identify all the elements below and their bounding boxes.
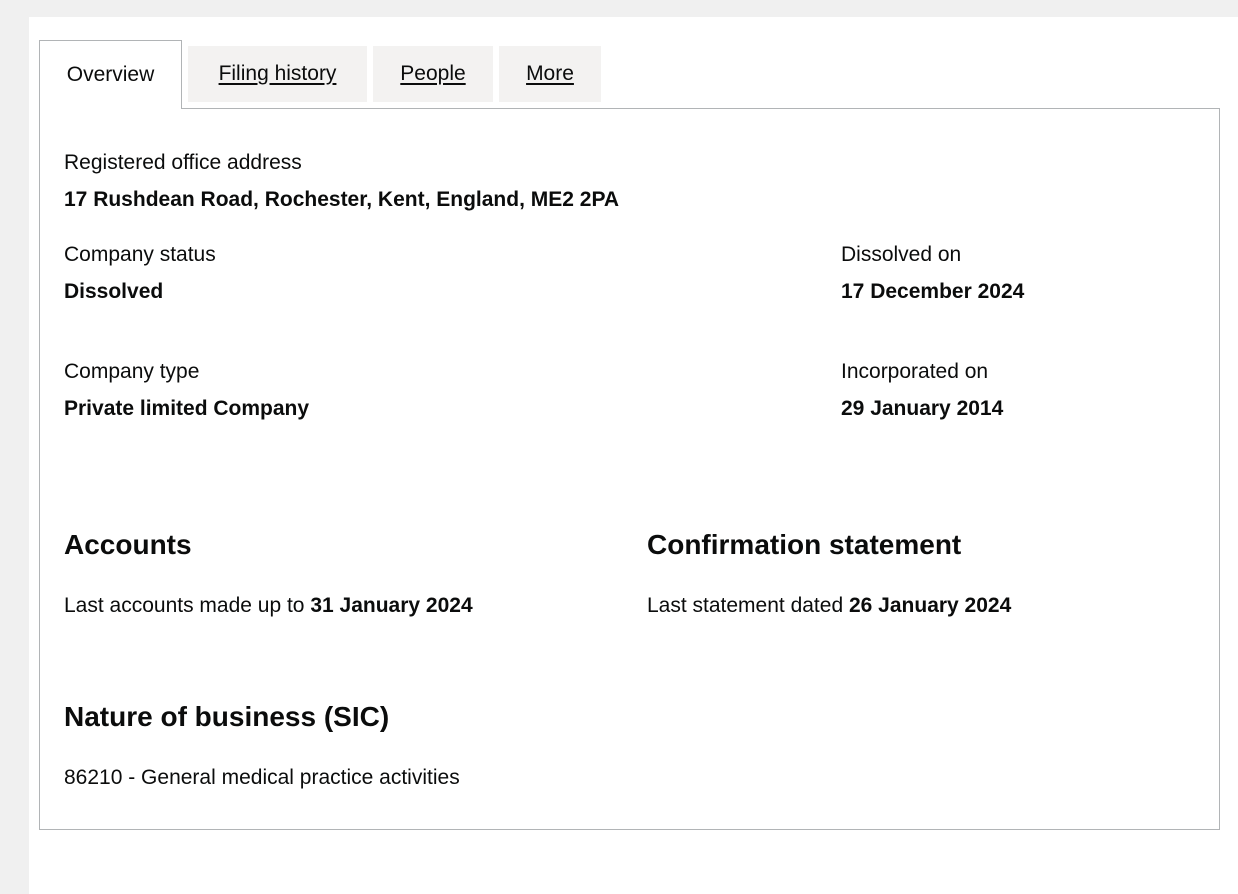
company-status-label: Company status — [64, 243, 216, 266]
registered-office-value: 17 Rushdean Road, Rochester, Kent, Engla… — [64, 188, 620, 211]
confirmation-statement-heading: Confirmation statement — [647, 529, 962, 560]
tab-more[interactable]: More — [499, 46, 601, 102]
nature-of-business-heading: Nature of business (SIC) — [64, 701, 390, 732]
confirmation-statement-line: Last statement dated 26 January 2024 — [647, 593, 1011, 618]
accounts-heading: Accounts — [64, 529, 192, 560]
overview-panel: Registered office address 17 Rushdean Ro… — [39, 108, 1220, 830]
accounts-line: Last accounts made up to 31 January 2024 — [64, 593, 473, 618]
tab-list: Overview Filing history People More — [39, 40, 607, 109]
incorporated-on-label: Incorporated on — [841, 360, 989, 383]
company-type-label: Company type — [64, 360, 200, 383]
confirmation-statement-date: 26 January 2024 — [848, 594, 1012, 617]
registered-office-label: Registered office address — [64, 151, 302, 174]
dissolved-on-label: Dissolved on — [841, 243, 962, 266]
dissolved-on-value: 17 December 2024 — [841, 280, 1025, 303]
incorporated-on-value: 29 January 2014 — [841, 397, 1004, 420]
accounts-text: Last accounts made up to — [64, 594, 305, 617]
sic-code-item: 86210 - General medical practice activit… — [64, 766, 460, 789]
accounts-date: 31 January 2024 — [310, 594, 473, 617]
tab-filing-history[interactable]: Filing history — [188, 46, 367, 102]
company-type-value: Private limited Company — [64, 397, 310, 420]
confirmation-statement-text: Last statement dated — [647, 594, 844, 617]
company-status-value: Dissolved — [64, 280, 164, 303]
tab-people[interactable]: People — [373, 46, 493, 102]
tab-overview[interactable]: Overview — [39, 40, 182, 109]
